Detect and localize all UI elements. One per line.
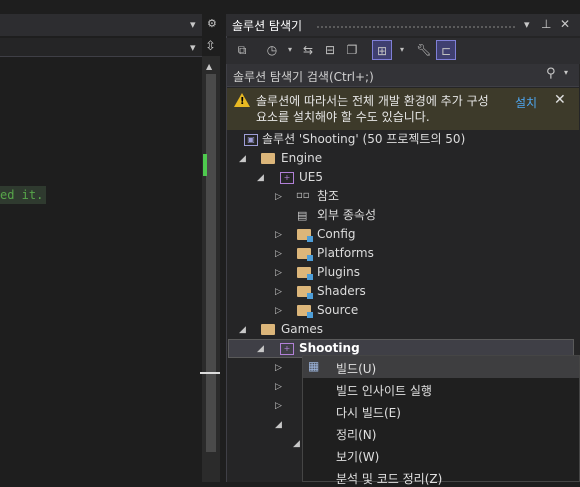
chevron-down-icon[interactable]: ▾ bbox=[564, 68, 568, 77]
tree-item-references[interactable]: 참조 bbox=[317, 187, 339, 206]
preview-icon[interactable]: ⊏ bbox=[436, 40, 456, 60]
collapsed-arrow-icon[interactable]: ▷ bbox=[275, 363, 282, 373]
tree-item-platforms[interactable]: Platforms bbox=[317, 244, 374, 263]
project-icon: + bbox=[280, 343, 294, 355]
expanded-arrow-icon[interactable]: ◢ bbox=[257, 344, 264, 354]
tree-item-engine[interactable]: Engine bbox=[281, 149, 322, 168]
scroll-position-marker bbox=[200, 372, 220, 374]
expanded-arrow-icon[interactable]: ◢ bbox=[239, 325, 246, 335]
tree-item-plugins[interactable]: Plugins bbox=[317, 263, 360, 282]
tree-item-games[interactable]: Games bbox=[281, 320, 323, 339]
project-icon: + bbox=[280, 172, 294, 184]
split-icon[interactable]: ⇳ bbox=[205, 39, 216, 54]
menu-item-build[interactable]: 빌드(U) bbox=[336, 360, 376, 377]
external-deps-icon: ▤ bbox=[297, 209, 308, 222]
close-icon[interactable]: ✕ bbox=[554, 92, 566, 108]
editor-tab-strip bbox=[0, 14, 202, 36]
expanded-arrow-icon[interactable]: ◢ bbox=[275, 420, 282, 430]
tree-solution[interactable]: 솔루션 'Shooting' (50 프로젝트의 50) bbox=[262, 130, 465, 149]
collapsed-arrow-icon[interactable]: ▷ bbox=[275, 306, 282, 316]
change-marker bbox=[203, 154, 207, 176]
folder-icon bbox=[297, 305, 313, 318]
sync-icon[interactable]: ⇆ bbox=[298, 40, 318, 60]
copy-icon[interactable]: ❐ bbox=[342, 40, 362, 60]
search-placeholder: 솔루션 탐색기 검색(Ctrl+;) bbox=[233, 70, 374, 84]
collapsed-arrow-icon[interactable]: ▷ bbox=[275, 192, 282, 202]
menu-item-rebuild[interactable]: 다시 빌드(E) bbox=[336, 404, 401, 421]
wrench-icon[interactable]: 🔧︎ bbox=[414, 40, 434, 60]
tree-item-external-deps[interactable]: 외부 종속성 bbox=[317, 206, 376, 225]
tree-item-config[interactable]: Config bbox=[317, 225, 356, 244]
install-link[interactable]: 설치 bbox=[515, 94, 537, 111]
vs-switch-icon[interactable]: ⧉ bbox=[232, 40, 252, 60]
editor-navigation-bar bbox=[0, 38, 202, 57]
folder-icon bbox=[297, 267, 313, 280]
collapsed-arrow-icon[interactable]: ▷ bbox=[275, 401, 282, 411]
expanded-arrow-icon[interactable]: ◢ bbox=[239, 154, 246, 164]
folder-icon bbox=[261, 153, 275, 164]
menu-item-analyze[interactable]: 분석 및 코드 정리(Z) bbox=[336, 470, 442, 487]
collapsed-arrow-icon[interactable]: ▷ bbox=[275, 230, 282, 240]
collapse-icon[interactable]: ⊟ bbox=[320, 40, 340, 60]
tree-item-shaders[interactable]: Shaders bbox=[317, 282, 366, 301]
collapsed-arrow-icon[interactable]: ▷ bbox=[275, 287, 282, 297]
history-icon[interactable]: ◷ bbox=[262, 40, 282, 60]
collapsed-arrow-icon[interactable]: ▷ bbox=[275, 268, 282, 278]
folder-icon bbox=[297, 229, 313, 242]
collapsed-arrow-icon[interactable]: ▷ bbox=[275, 249, 282, 259]
folder-icon bbox=[297, 286, 313, 299]
close-icon[interactable]: ✕ bbox=[560, 17, 570, 31]
chevron-down-icon[interactable]: ▾ bbox=[280, 40, 300, 60]
chevron-down-icon[interactable]: ▾ bbox=[392, 40, 412, 60]
tree-item-source[interactable]: Source bbox=[317, 301, 358, 320]
chevron-down-icon[interactable]: ▾ bbox=[190, 41, 196, 54]
build-icon: ▦ bbox=[308, 359, 320, 373]
chevron-down-icon[interactable]: ▾ bbox=[524, 18, 530, 31]
search-icon[interactable]: ⚲ bbox=[546, 66, 556, 81]
scroll-up-icon[interactable]: ▲ bbox=[206, 62, 212, 71]
pin-icon[interactable]: ⊥ bbox=[541, 17, 551, 31]
chevron-down-icon[interactable]: ▾ bbox=[190, 18, 196, 31]
warning-text: 솔루션에 따라서는 전체 개발 환경에 추가 구성 요소를 설치해야 할 수도 … bbox=[256, 94, 489, 124]
panel-title: 솔루션 탐색기 bbox=[232, 19, 303, 33]
solution-icon: ▣ bbox=[244, 134, 258, 146]
references-icon: ▫▫ bbox=[296, 190, 310, 201]
menu-item-build-insights[interactable]: 빌드 인사이트 실행 bbox=[336, 382, 432, 399]
scrollbar-thumb[interactable] bbox=[206, 74, 216, 452]
menu-item-view[interactable]: 보기(W) bbox=[336, 448, 379, 465]
expanded-arrow-icon[interactable]: ◢ bbox=[257, 173, 264, 183]
warning-icon-mark: ! bbox=[240, 96, 245, 107]
folder-icon bbox=[261, 324, 275, 335]
title-grip[interactable] bbox=[316, 25, 516, 29]
collapsed-arrow-icon[interactable]: ▷ bbox=[275, 382, 282, 392]
code-line-text: ed it. bbox=[0, 186, 46, 204]
folder-icon bbox=[297, 248, 313, 261]
expanded-arrow-icon[interactable]: ◢ bbox=[293, 439, 300, 449]
code-editor[interactable] bbox=[0, 0, 202, 482]
tree-filter-icon[interactable]: ⊞ bbox=[372, 40, 392, 60]
gear-icon[interactable]: ⚙ bbox=[207, 17, 217, 30]
menu-item-clean[interactable]: 정리(N) bbox=[336, 426, 376, 443]
tree-item-ue5[interactable]: UE5 bbox=[299, 168, 323, 187]
